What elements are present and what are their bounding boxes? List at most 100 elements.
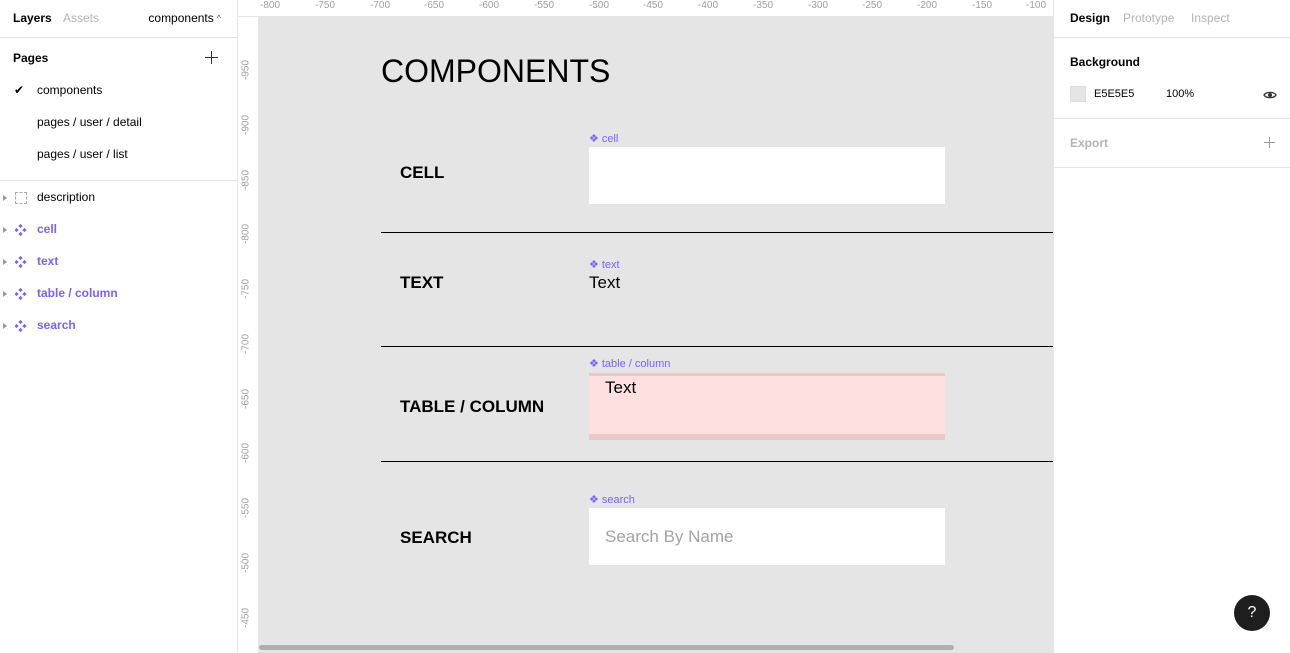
expand-caret-icon[interactable]: [3, 323, 7, 329]
left-panel-tabs: Layers Assets components ^: [0, 0, 237, 38]
ruler-tick: -650: [240, 388, 252, 410]
cell-component[interactable]: [589, 147, 945, 204]
table-column-component-tag[interactable]: ❖ table / column: [589, 357, 670, 370]
table-column-text: Text: [605, 378, 637, 397]
layer-label: description: [37, 190, 96, 204]
tab-prototype[interactable]: Prototype: [1123, 11, 1174, 25]
search-component-tag[interactable]: ❖ search: [589, 493, 635, 506]
table-column-border: [589, 434, 945, 440]
ruler-tick: -350: [752, 0, 774, 11]
page-switcher-label: components: [148, 11, 214, 25]
table-column-component[interactable]: Text: [589, 373, 945, 440]
background-hex-input[interactable]: E5E5E5: [1094, 88, 1134, 100]
background-color-swatch[interactable]: [1070, 86, 1086, 102]
help-button[interactable]: ?: [1234, 595, 1270, 631]
text-component-tag[interactable]: ❖ text: [589, 258, 620, 271]
ruler-top: -800 -750 -700 -650 -600 -550 -500 -450 …: [238, 0, 1053, 17]
layer-cell[interactable]: cell: [0, 220, 237, 244]
ruler-tick: -100: [1025, 0, 1047, 11]
pages-header: Pages: [13, 51, 49, 65]
component-icon: [15, 256, 27, 268]
layer-description[interactable]: description: [0, 188, 237, 212]
design-canvas[interactable]: COMPONENTS CELL ❖ cell TEXT ❖ text Text TA…: [259, 17, 1053, 653]
ruler-tick: -550: [240, 497, 252, 519]
cell-row-label: CELL: [400, 163, 445, 182]
component-icon: ❖: [589, 494, 599, 506]
horizontal-scrollbar[interactable]: [259, 645, 954, 650]
panel-divider: [1054, 167, 1290, 168]
layer-text[interactable]: text: [0, 252, 237, 276]
tab-inspect[interactable]: Inspect: [1191, 11, 1230, 25]
page-item-user-list[interactable]: pages / user / list: [37, 147, 128, 161]
ruler-tick: -700: [240, 333, 252, 355]
text-component[interactable]: Text: [589, 273, 620, 293]
search-component[interactable]: Search By Name: [589, 508, 945, 565]
page-item-components[interactable]: components: [37, 83, 102, 97]
ruler-tick: -650: [423, 0, 445, 11]
export-header: Export: [1070, 136, 1109, 150]
ruler-tick: -150: [971, 0, 993, 11]
expand-caret-icon[interactable]: [3, 227, 7, 233]
ruler-tick: -700: [369, 0, 391, 11]
canvas-title: COMPONENTS: [381, 53, 611, 89]
component-tag-label: table / column: [601, 358, 671, 370]
ruler-tick: -900: [240, 114, 252, 136]
layer-search[interactable]: search: [0, 316, 237, 340]
add-export-icon[interactable]: [1264, 137, 1275, 148]
chevron-up-icon: ^: [216, 13, 221, 23]
eye-icon[interactable]: [1263, 88, 1277, 100]
text-row-label: TEXT: [400, 273, 444, 292]
search-row-label: SEARCH: [400, 528, 472, 547]
panel-divider: [1054, 118, 1290, 119]
expand-caret-icon[interactable]: [3, 259, 7, 265]
ruler-tick: -750: [240, 278, 252, 300]
tab-layers[interactable]: Layers: [13, 11, 52, 25]
ruler-tick: -850: [240, 169, 252, 191]
expand-caret-icon[interactable]: [3, 291, 7, 297]
layer-table-column[interactable]: table / column: [0, 284, 237, 308]
component-tag-label: cell: [601, 133, 619, 145]
component-icon: ❖: [589, 358, 599, 370]
ruler-tick: -200: [916, 0, 938, 11]
search-placeholder: Search By Name: [605, 527, 734, 546]
layer-label: table / column: [37, 286, 118, 300]
component-icon: [15, 224, 27, 236]
ruler-tick: -450: [642, 0, 664, 11]
ruler-left: -950 -900 -850 -800 -750 -700 -650 -600 …: [238, 17, 259, 653]
ruler-tick: -400: [697, 0, 719, 11]
ruler-tick: -800: [240, 223, 252, 245]
component-icon: [15, 320, 27, 332]
component-tag-label: search: [601, 494, 635, 506]
tab-design[interactable]: Design: [1070, 11, 1110, 25]
layer-label: cell: [37, 222, 58, 236]
ruler-tick: -500: [240, 552, 252, 574]
component-tag-label: text: [601, 259, 620, 271]
ruler-tick: -750: [314, 0, 336, 11]
ruler-tick: -250: [861, 0, 883, 11]
table-column-row-label: TABLE / COLUMN: [400, 397, 545, 416]
right-panel-tabs: Design Prototype Inspect: [1054, 0, 1290, 38]
page-switcher[interactable]: components ^: [148, 11, 221, 25]
section-divider: [381, 346, 1053, 347]
ruler-tick: -600: [240, 442, 252, 464]
component-icon: [15, 288, 27, 300]
background-header: Background: [1070, 55, 1141, 69]
background-opacity-input[interactable]: 100%: [1166, 88, 1194, 100]
component-icon: ❖: [589, 259, 599, 271]
panel-divider: [0, 180, 237, 181]
page-item-user-detail[interactable]: pages / user / detail: [37, 115, 142, 129]
check-icon: ✔: [14, 83, 25, 97]
add-page-icon[interactable]: [205, 51, 218, 64]
ruler-tick: -800: [259, 0, 281, 11]
ruler-tick: -450: [240, 607, 252, 629]
frame-icon: [15, 192, 27, 204]
expand-caret-icon[interactable]: [3, 195, 7, 201]
ruler-tick: -550: [533, 0, 555, 11]
tab-assets[interactable]: Assets: [63, 11, 99, 25]
layer-label: text: [37, 254, 59, 268]
ruler-tick: -500: [588, 0, 610, 11]
ruler-tick: -300: [807, 0, 829, 11]
cell-component-tag[interactable]: ❖ cell: [589, 132, 618, 145]
properties-panel: Design Prototype Inspect Background E5E5…: [1053, 0, 1290, 653]
ruler-tick: -600: [478, 0, 500, 11]
